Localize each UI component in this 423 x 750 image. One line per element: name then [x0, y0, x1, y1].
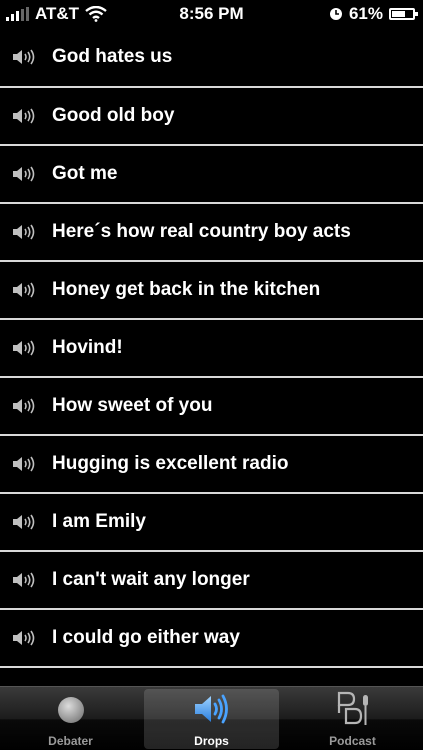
list-item[interactable]: I can't wait any longer: [0, 552, 423, 610]
speaker-icon: [12, 48, 38, 66]
debater-ball-icon: [57, 697, 84, 723]
battery-icon: [389, 8, 418, 20]
speaker-icon: [12, 223, 38, 241]
tab-bar: Debater Drops Podcast: [0, 686, 423, 750]
speaker-icon: [12, 339, 38, 357]
clock-icon: [329, 8, 342, 20]
status-right: 61%: [329, 4, 418, 24]
list-item[interactable]: Got me: [0, 146, 423, 204]
list-item[interactable]: Honey get back in the kitchen: [0, 262, 423, 320]
tab-debater-label: Debater: [48, 734, 93, 748]
list-item[interactable]: How sweet of you: [0, 378, 423, 436]
screen: AT&T 8:56 PM 61% God hates us Good old bo…: [0, 0, 423, 750]
list-item[interactable]: Here´s how real country boy acts: [0, 204, 423, 262]
speaker-icon: [12, 513, 38, 531]
list-item[interactable]: Hovind!: [0, 320, 423, 378]
list-item-label: Hovind!: [52, 337, 123, 358]
tab-drops-label: Drops: [194, 734, 229, 748]
speaker-icon: [12, 281, 38, 299]
list-item[interactable]: Hugging is excellent radio: [0, 436, 423, 494]
tab-drops[interactable]: Drops: [141, 687, 282, 750]
speaker-icon: [12, 571, 38, 589]
speaker-icon: [12, 107, 38, 125]
drops-list[interactable]: God hates us Good old boy Got me Here´s how…: [0, 28, 423, 686]
list-item-label: I could go either way: [52, 627, 240, 648]
list-item[interactable]: Good old boy: [0, 88, 423, 146]
battery-fill: [392, 11, 406, 17]
list-item-label: God hates us: [52, 46, 173, 67]
tab-podcast[interactable]: Podcast: [282, 687, 423, 750]
list-item-label: Here´s how real country boy acts: [52, 221, 351, 242]
list-item-label: Good old boy: [52, 105, 175, 126]
tab-podcast-label: Podcast: [329, 734, 376, 748]
list-item-label: Honey get back in the kitchen: [52, 279, 321, 300]
speaker-icon: [12, 455, 38, 473]
list-item-label: I can't wait any longer: [52, 569, 250, 590]
list-item[interactable]: I could go either way: [0, 610, 423, 668]
list-item-label: Hugging is excellent radio: [52, 453, 289, 474]
battery-percent: 61%: [348, 4, 383, 23]
list-item-label: Got me: [52, 163, 118, 184]
list-item-label: How sweet of you: [52, 395, 213, 416]
status-bar: AT&T 8:56 PM 61%: [0, 0, 423, 28]
list-item[interactable]: I am Emily: [0, 494, 423, 552]
speaker-icon: [12, 165, 38, 183]
podcast-logo-icon: [337, 691, 368, 725]
list-item-label: I am Emily: [52, 511, 146, 532]
tab-debater[interactable]: Debater: [0, 687, 141, 750]
list-item-partial[interactable]: [0, 668, 423, 686]
speaker-icon: [194, 694, 228, 724]
speaker-icon: [12, 397, 38, 415]
list-item[interactable]: God hates us: [0, 28, 423, 88]
speaker-icon: [12, 629, 38, 647]
